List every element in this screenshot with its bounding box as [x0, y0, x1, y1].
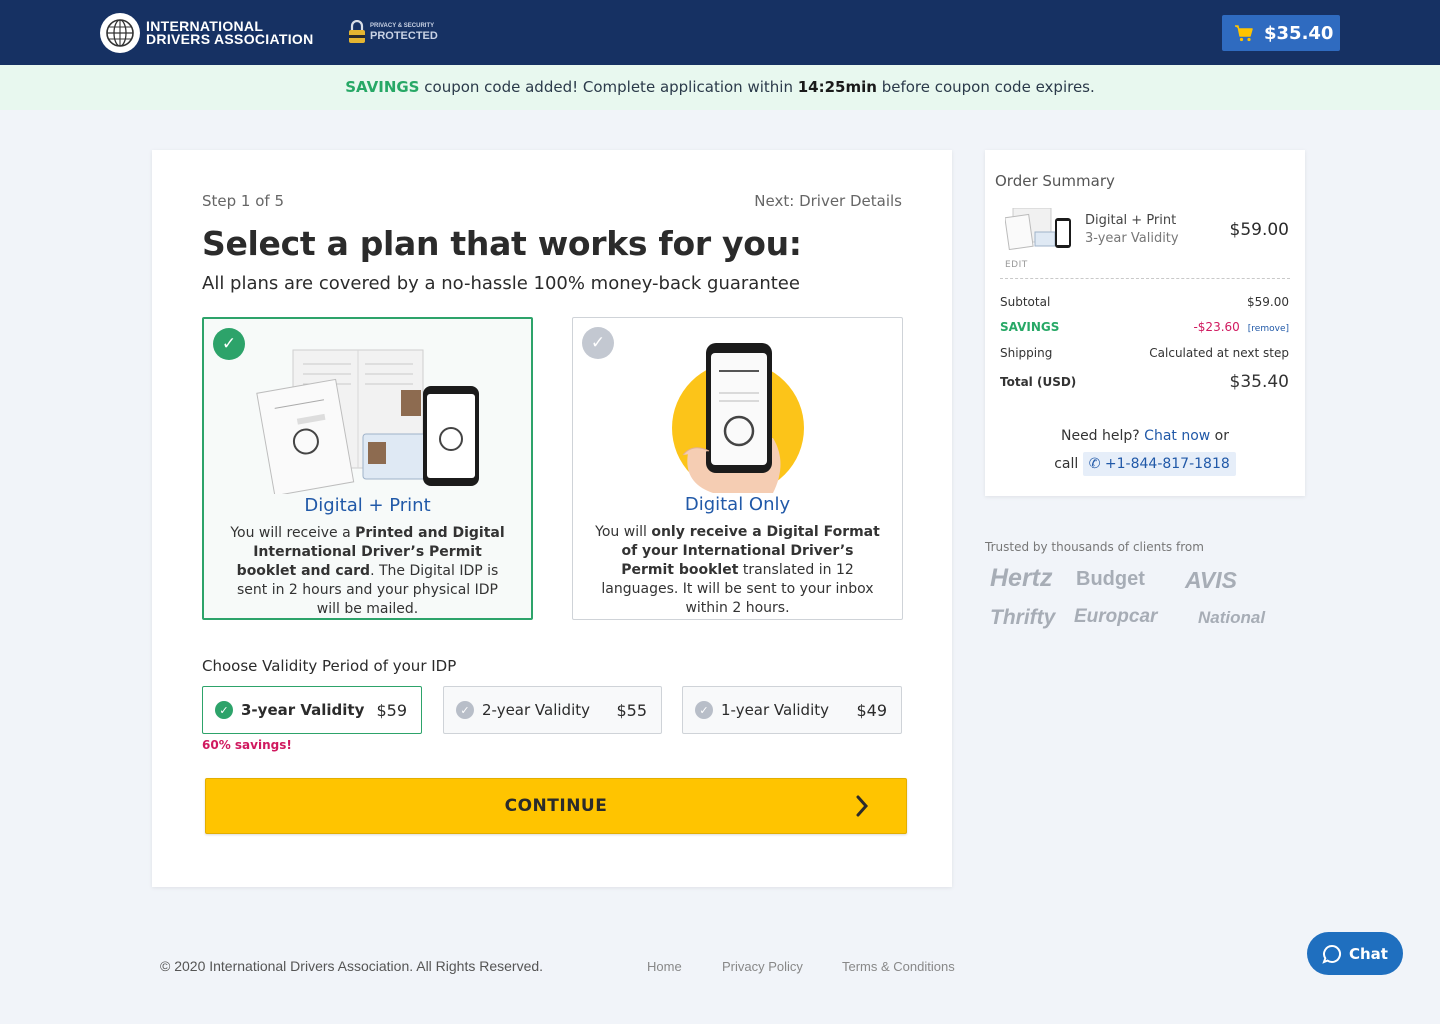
booklet-card-phone-image [253, 344, 483, 497]
budget-logo: Budget [1076, 568, 1145, 590]
coupon-text-1: coupon code added! Complete application … [419, 78, 798, 96]
europcar-logo: Europcar [1074, 606, 1158, 627]
savings-value: -$23.60 [1193, 320, 1240, 334]
subtotal-value: $59.00 [1247, 295, 1289, 309]
chat-button-label: Chat [1349, 944, 1388, 963]
validity-label: Choose Validity Period of your IDP [202, 657, 457, 675]
coupon-text-2: before coupon code expires. [876, 78, 1095, 96]
summary-product: Digital + Print 3-year Validity [1085, 212, 1179, 248]
validity-option-1-year[interactable]: ✓ 1-year Validity $49 [682, 686, 902, 734]
thrifty-logo: Thrifty [990, 606, 1056, 629]
lock-icon [348, 19, 366, 44]
cart-icon [1235, 25, 1253, 42]
phone-link[interactable]: ✆ +1-844-817-1818 [1082, 452, 1236, 476]
national-logo: National [1198, 608, 1266, 627]
help-or: or [1210, 428, 1230, 444]
summary-product-name: Digital + Print [1085, 213, 1177, 228]
phone-in-hand-image [623, 343, 853, 494]
validity-option-price: $49 [856, 700, 887, 720]
privacy-big-text: PROTECTED [370, 30, 438, 42]
top-navbar: INTERNATIONAL DRIVERS ASSOCIATION PRIVAC… [0, 0, 1440, 65]
total-row: Total (USD) $35.40 [1000, 372, 1289, 392]
coupon-code: SAVINGS [345, 78, 420, 96]
coupon-timer: 14:25min [797, 78, 877, 96]
remove-coupon-link[interactable]: [remove] [1248, 324, 1289, 334]
summary-divider [1000, 278, 1290, 279]
privacy-badge: PRIVACY & SECURITY PROTECTED [348, 19, 438, 44]
check-icon: ✓ [215, 701, 233, 719]
check-icon: ✓ [456, 701, 474, 719]
subtotal-label: Subtotal [1000, 295, 1051, 309]
total-label: Total (USD) [1000, 375, 1077, 389]
globe-icon [100, 13, 140, 53]
coupon-banner: SAVINGS coupon code added! Complete appl… [0, 65, 1440, 110]
product-thumbnail [1004, 207, 1073, 251]
validity-option-label: 1-year Validity [721, 701, 829, 719]
cart-button[interactable]: $35.40 [1222, 15, 1340, 51]
continue-button[interactable]: CONTINUE [205, 778, 907, 834]
footer-link-terms[interactable]: Terms & Conditions [842, 959, 955, 974]
validity-option-2-year[interactable]: ✓ 2-year Validity $55 [443, 686, 662, 734]
chat-now-link[interactable]: Chat now [1144, 428, 1210, 444]
next-step-label: Next: Driver Details [754, 192, 902, 210]
plan-desc-part: You will [595, 524, 652, 540]
shipping-label: Shipping [1000, 346, 1053, 360]
validity-option-price: $55 [616, 700, 647, 720]
phone-icon: ✆ [1088, 456, 1105, 472]
help-prefix: Need help? [1060, 428, 1145, 444]
phone-number: +1-844-817-1818 [1104, 456, 1230, 472]
order-summary: Order Summary Digital + Print 3-year Val… [985, 150, 1305, 496]
hertz-logo: Hertz [990, 564, 1053, 592]
validity-option-price: $59 [376, 700, 407, 720]
plan-selection-card: Step 1 of 5 Next: Driver Details Select … [152, 150, 952, 887]
continue-label: CONTINUE [504, 796, 608, 816]
savings-label: SAVINGS [1000, 320, 1060, 334]
logo-line2: DRIVERS ASSOCIATION [146, 31, 314, 47]
page-title: Select a plan that works for you: [202, 224, 802, 263]
validity-option-3-year[interactable]: ✓ 3-year Validity $59 [202, 686, 422, 734]
logo-wordmark: INTERNATIONAL DRIVERS ASSOCIATION [146, 19, 314, 47]
step-indicator: Step 1 of 5 [202, 192, 285, 210]
ida-logo[interactable]: INTERNATIONAL DRIVERS ASSOCIATION [100, 13, 314, 53]
edit-link[interactable]: EDIT [1005, 260, 1028, 270]
footer-link-privacy[interactable]: Privacy Policy [722, 959, 803, 974]
total-value: $35.40 [1229, 372, 1289, 392]
chat-bubble-icon [1322, 944, 1341, 964]
cart-total: $35.40 [1264, 22, 1334, 44]
validity-option-label: 3-year Validity [241, 701, 365, 719]
check-icon: ✓ [213, 328, 245, 360]
summary-product-validity: 3-year Validity [1085, 231, 1179, 246]
chat-button[interactable]: Chat [1307, 932, 1403, 975]
privacy-small-text: PRIVACY & SECURITY [370, 23, 435, 29]
call-label: call [1054, 456, 1083, 472]
plan-card-digital-only[interactable]: ✓ Digital Only You will only receive a D… [572, 317, 903, 620]
avis-logo: AVIS [1185, 567, 1237, 593]
help-section: Need help? Chat now or call ✆ +1-844-817… [985, 422, 1305, 478]
check-icon: ✓ [695, 701, 713, 719]
savings-row: SAVINGS -$23.60 [remove] [1000, 320, 1289, 334]
plan-description: You will only receive a Digital Format o… [593, 523, 882, 618]
check-icon: ✓ [582, 327, 614, 359]
validity-option-label: 2-year Validity [482, 701, 590, 719]
shipping-row: Shipping Calculated at next step [1000, 346, 1289, 360]
plan-title: Digital Only [684, 494, 791, 515]
plan-description: You will receive a Printed and Digital I… [224, 524, 511, 619]
copyright: © 2020 International Drivers Association… [160, 958, 544, 974]
page-subtitle: All plans are covered by a no-hassle 100… [202, 273, 800, 294]
chevron-right-icon [856, 795, 869, 817]
plan-card-digital-print[interactable]: ✓ Digital + Print You will receive a Pri… [202, 317, 533, 620]
summary-product-price: $59.00 [1229, 220, 1289, 240]
trusted-label: Trusted by thousands of clients from [985, 540, 1204, 554]
footer-link-home[interactable]: Home [647, 959, 682, 974]
order-summary-title: Order Summary [995, 172, 1115, 190]
savings-note: 60% savings! [202, 738, 292, 752]
subtotal-row: Subtotal $59.00 [1000, 295, 1289, 309]
shipping-value: Calculated at next step [1149, 346, 1289, 360]
plan-desc-part: You will receive a [230, 525, 356, 541]
plan-title: Digital + Print [304, 495, 431, 516]
